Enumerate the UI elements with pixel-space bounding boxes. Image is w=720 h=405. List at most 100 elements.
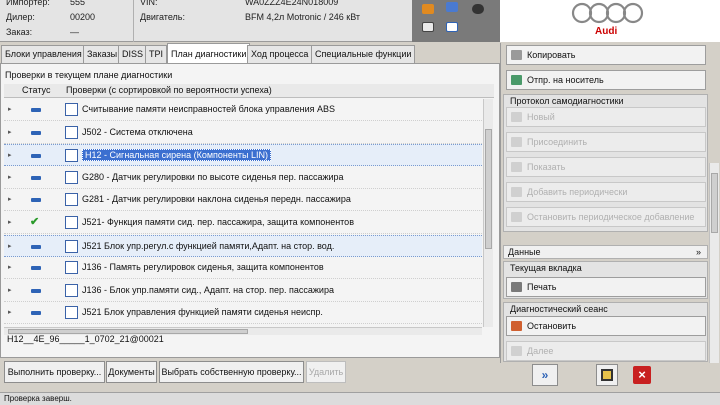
check-row[interactable]: ▸ J502 - Система отключена <box>4 122 482 144</box>
header-divider <box>133 0 134 42</box>
layout-icon <box>601 369 613 381</box>
copy-button[interactable]: Копировать <box>506 45 706 65</box>
help-icon[interactable] <box>446 22 458 32</box>
right-scroll-thumb[interactable] <box>711 173 718 233</box>
check-doc-icon <box>65 193 78 207</box>
check-doc-icon <box>65 149 78 163</box>
vertical-scrollbar[interactable] <box>483 99 493 327</box>
new-button[interactable]: Новый <box>506 107 706 127</box>
tools-icon[interactable] <box>472 4 484 14</box>
check-row-text: J521 Блок управления функцией памяти сид… <box>82 307 323 318</box>
expand-arrow-icon[interactable]: ▸ <box>8 173 12 181</box>
stop-periodic-icon <box>511 212 522 222</box>
expand-arrow-icon[interactable]: ▸ <box>8 308 12 316</box>
network-icon[interactable] <box>446 2 458 12</box>
check-row-text: G281 - Датчик регулировки наклона сидень… <box>82 194 351 205</box>
check-row[interactable]: ▸ H12 - Сигнальная сирена (Компоненты LIN… <box>4 144 482 167</box>
expand-arrow-icon[interactable]: ▸ <box>8 242 12 250</box>
col-status-header[interactable]: Статус <box>22 85 50 95</box>
copy-label: Копировать <box>527 50 576 60</box>
run-check-button[interactable]: Выполнить проверку... <box>4 361 105 383</box>
tab-process[interactable]: Ход процесса <box>247 45 313 63</box>
media-icon <box>511 75 522 85</box>
check-doc-icon <box>65 170 78 184</box>
close-button[interactable]: × <box>633 366 651 384</box>
check-row[interactable]: ▸ J521 Блок упр.регул.с функцией памяти,А… <box>4 234 482 257</box>
status-pending-icon <box>31 130 41 135</box>
engine-label: Двигатель: <box>140 12 185 22</box>
status-pending-icon <box>31 288 41 293</box>
check-row[interactable]: ▸ G281 - Датчик регулировки наклона сиден… <box>4 189 482 212</box>
add-periodic-button[interactable]: Добавить периодически <box>506 182 706 202</box>
usb-icon[interactable] <box>422 22 434 32</box>
check-row[interactable]: ▸ J136 - Блок упр.памяти сид., Адапт. на … <box>4 280 482 302</box>
tab-orders[interactable]: Заказы <box>83 45 122 63</box>
check-row[interactable]: ▸ J521 Блок управления функцией памяти си… <box>4 302 482 325</box>
importer-value: 555 <box>70 0 86 7</box>
plan-title: Проверки в текущем плане диагностики <box>5 70 173 80</box>
attach-button[interactable]: Присоединить <box>506 132 706 152</box>
check-row-text: J136 - Память регулировок сиденья, защит… <box>82 262 324 273</box>
brand-logo-area: Audi <box>500 0 720 42</box>
header-icon-panel <box>412 0 500 42</box>
show-button[interactable]: Показать <box>506 157 706 177</box>
tab-diss[interactable]: DISS <box>118 45 148 63</box>
window-layout-button[interactable] <box>596 364 618 386</box>
tab-special-functions[interactable]: Специальные функции <box>311 45 416 63</box>
tab-control-units[interactable]: Блоки управления <box>1 45 86 63</box>
next-icon <box>511 346 522 356</box>
check-row-text: J521- Функция памяти сид. пер. пассажира… <box>82 217 354 227</box>
dealer-label: Дилер: <box>6 12 35 22</box>
check-doc-icon <box>65 261 78 275</box>
attach-label: Присоединить <box>527 137 588 147</box>
check-row-text: J502 - Система отключена <box>82 126 193 137</box>
copy-icon <box>511 50 522 60</box>
expand-arrow-icon[interactable]: ▸ <box>8 128 12 136</box>
expand-arrow-icon[interactable]: ▸ <box>8 195 12 203</box>
print-button[interactable]: Печать <box>506 277 706 297</box>
documents-button[interactable]: Документы <box>106 361 157 383</box>
stop-periodic-button[interactable]: Остановить периодическое добавление <box>506 207 706 227</box>
check-row[interactable]: ▸ Считывание памяти неисправностей блока … <box>4 99 482 121</box>
status-check-icon: ✔ <box>30 216 40 228</box>
collapse-icon[interactable]: » <box>696 246 701 259</box>
delete-button[interactable]: Удалить <box>306 361 346 383</box>
car-icon[interactable] <box>422 4 434 14</box>
status-pending-icon <box>31 108 41 112</box>
tab-bar: Блоки управления Заказы DISS TPI План ди… <box>0 43 500 63</box>
expand-arrow-icon[interactable]: ▸ <box>8 151 12 159</box>
next-button[interactable]: Далее <box>506 341 706 361</box>
stop-periodic-label: Остановить периодическое добавление <box>527 212 695 222</box>
send-label: Отпр. на носитель <box>527 75 604 85</box>
expand-arrow-icon[interactable]: ▸ <box>8 218 12 226</box>
check-row[interactable]: ▸ ✔ J521- Функция памяти сид. пер. пассажи… <box>4 212 482 234</box>
data-section-header[interactable]: Данные » <box>503 245 708 259</box>
status-pending-icon <box>31 311 41 316</box>
tab-diagnostic-plan[interactable]: План диагностики <box>167 43 251 63</box>
send-to-media-button[interactable]: Отпр. на носитель <box>506 70 706 90</box>
column-header: Статус Проверки (с сортировкой по вероят… <box>4 84 494 98</box>
check-row-text: G280 - Датчик регулировки по высоте сиде… <box>82 171 344 182</box>
stop-button[interactable]: Остановить <box>506 316 706 336</box>
print-label: Печать <box>527 282 557 292</box>
tab-tpi[interactable]: TPI <box>145 45 168 63</box>
selected-check-id: H12__4E_96_____1_0702_21@00021 <box>7 334 164 344</box>
diag-session-label: Диагностический сеанс <box>510 304 608 314</box>
col-checks-header[interactable]: Проверки (с сортировкой по вероятности у… <box>66 85 272 95</box>
diagnostic-plan-panel: Проверки в текущем плане диагностики Ста… <box>0 63 500 358</box>
check-row[interactable]: ▸ J136 - Память регулировок сиденья, защи… <box>4 257 482 280</box>
expand-arrow-icon[interactable]: ▸ <box>8 105 12 113</box>
expand-arrow-icon[interactable]: ▸ <box>8 263 12 271</box>
expand-arrow-icon[interactable]: ▸ <box>8 286 12 294</box>
check-doc-icon <box>65 103 78 116</box>
right-action-panel: Копировать Отпр. на носитель Протокол са… <box>500 43 720 363</box>
forward-arrow-button[interactable]: » <box>532 364 558 386</box>
add-periodic-label: Добавить периодически <box>527 187 628 197</box>
right-scrollbar[interactable] <box>709 163 719 363</box>
check-row[interactable]: ▸ G280 - Датчик регулировки по высоте сид… <box>4 167 482 189</box>
scroll-thumb[interactable] <box>485 129 492 249</box>
select-own-check-button[interactable]: Выбрать собственную проверку... <box>159 361 304 383</box>
show-icon <box>511 162 522 172</box>
checks-list: ▸ Считывание памяти неисправностей блока … <box>4 99 482 326</box>
new-icon <box>511 112 522 122</box>
